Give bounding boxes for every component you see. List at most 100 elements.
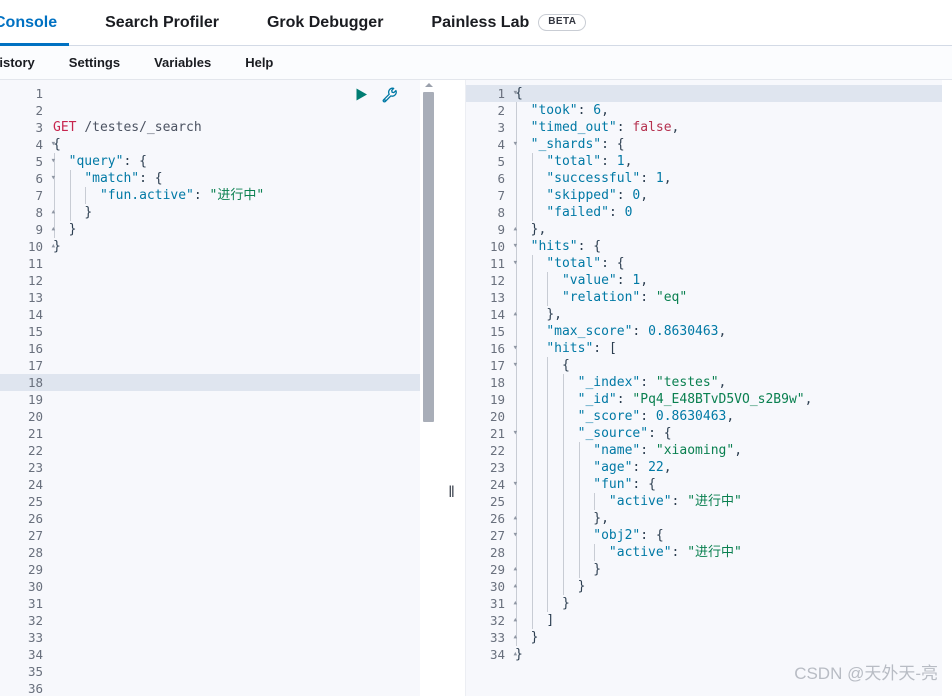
response-code-area[interactable]: 1 ▾ 2 3 4 ▾ 5 6 7 8 9 ▴ 10 ▾ 11 ▾ 12 13 14 ▴ 15 16 ▾ 17 ▾ 18 19 20 2… — [466, 80, 952, 696]
fold-down-icon[interactable]: ▾ — [509, 527, 518, 544]
fold-up-icon[interactable]: ▴ — [509, 612, 518, 629]
fold-down-icon[interactable]: ▾ — [509, 85, 518, 102]
response-scroll-edge[interactable] — [942, 80, 952, 696]
code-line[interactable]: "age": 22, — [509, 459, 952, 476]
code-line[interactable] — [47, 646, 437, 663]
code-line[interactable] — [47, 323, 437, 340]
fold-down-icon[interactable]: ▾ — [509, 238, 518, 255]
menu-item-variables[interactable]: Variables — [137, 55, 228, 70]
code-line[interactable]: "skipped": 0, — [509, 187, 952, 204]
response-code-lines[interactable]: { "took": 6, "timed_out": false, "_shard… — [509, 80, 952, 696]
fold-down-icon[interactable]: ▾ — [47, 170, 56, 187]
code-line[interactable] — [47, 272, 437, 289]
code-line[interactable]: } — [47, 238, 437, 255]
code-line[interactable]: "_id": "Pq4_E48BTvD5VO_s2B9w", — [509, 391, 952, 408]
code-line[interactable]: "_score": 0.8630463, — [509, 408, 952, 425]
code-line[interactable] — [47, 595, 437, 612]
code-line[interactable] — [47, 306, 437, 323]
code-line[interactable] — [47, 527, 437, 544]
menu-item-settings[interactable]: Settings — [52, 55, 137, 70]
code-line[interactable]: "obj2": { — [509, 527, 952, 544]
code-line[interactable] — [47, 357, 437, 374]
fold-up-icon[interactable]: ▴ — [47, 221, 56, 238]
fold-up-icon[interactable]: ▴ — [509, 595, 518, 612]
fold-up-icon[interactable]: ▴ — [509, 510, 518, 527]
code-line[interactable]: "timed_out": false, — [509, 119, 952, 136]
code-line[interactable]: "active": "进行中" — [509, 493, 952, 510]
code-line[interactable] — [47, 629, 437, 646]
response-viewer-pane[interactable]: 1 ▾ 2 3 4 ▾ 5 6 7 8 9 ▴ 10 ▾ 11 ▾ 12 13 14 ▴ 15 16 ▾ 17 ▾ 18 19 20 2… — [465, 80, 952, 696]
code-line[interactable] — [47, 374, 435, 391]
code-line[interactable]: } — [509, 561, 952, 578]
fold-down-icon[interactable]: ▾ — [509, 476, 518, 493]
request-code-lines[interactable]: GET /testes/_search{ "query": { "match":… — [47, 80, 437, 696]
code-line[interactable]: "total": { — [509, 255, 952, 272]
code-line[interactable]: "hits": [ — [509, 340, 952, 357]
request-code-area[interactable]: 1 2 3 4 ▾ 5 ▾ 6 ▾ 7 8 ▴ 9 ▴ 10 ▴ 11 12 13 14 15 16 17 18 19 20 21 2… — [0, 80, 437, 696]
fold-down-icon[interactable]: ▾ — [47, 153, 56, 170]
pane-resize-handle-icon[interactable]: ‖ — [448, 485, 455, 501]
code-line[interactable]: "hits": { — [509, 238, 952, 255]
code-line[interactable] — [47, 340, 437, 357]
fold-up-icon[interactable]: ▴ — [509, 306, 518, 323]
code-line[interactable]: "failed": 0 — [509, 204, 952, 221]
code-line[interactable]: "fun.active": "进行中" — [47, 187, 437, 204]
code-line[interactable]: "successful": 1, — [509, 170, 952, 187]
code-line[interactable] — [47, 680, 437, 696]
code-line[interactable]: }, — [509, 306, 952, 323]
request-editor-pane[interactable]: 1 2 3 4 ▾ 5 ▾ 6 ▾ 7 8 ▴ 9 ▴ 10 ▴ 11 12 13 14 15 16 17 18 19 20 21 2… — [0, 80, 437, 696]
code-line[interactable] — [47, 289, 437, 306]
code-line[interactable] — [47, 663, 437, 680]
fold-up-icon[interactable]: ▴ — [47, 204, 56, 221]
code-line[interactable]: "_shards": { — [509, 136, 952, 153]
code-line[interactable]: } — [47, 204, 437, 221]
fold-up-icon[interactable]: ▴ — [509, 646, 518, 663]
code-line[interactable] — [47, 391, 437, 408]
fold-up-icon[interactable]: ▴ — [47, 238, 56, 255]
code-line[interactable] — [47, 578, 437, 595]
fold-down-icon[interactable]: ▾ — [509, 357, 518, 374]
code-line[interactable]: } — [47, 221, 437, 238]
code-line[interactable]: "name": "xiaoming", — [509, 442, 952, 459]
tab-search-profiler[interactable]: Search Profiler — [81, 0, 243, 45]
fold-down-icon[interactable]: ▾ — [509, 255, 518, 272]
code-line[interactable]: "total": 1, — [509, 153, 952, 170]
code-line[interactable] — [47, 255, 437, 272]
fold-up-icon[interactable]: ▴ — [509, 221, 518, 238]
code-line[interactable]: "active": "进行中" — [509, 544, 952, 561]
code-line[interactable]: "_index": "testes", — [509, 374, 952, 391]
code-line[interactable]: "relation": "eq" — [509, 289, 952, 306]
code-line[interactable]: ] — [509, 612, 952, 629]
code-line[interactable] — [47, 425, 437, 442]
fold-up-icon[interactable]: ▴ — [509, 561, 518, 578]
code-line[interactable]: } — [509, 578, 952, 595]
scroll-up-arrow-icon[interactable] — [424, 83, 433, 87]
code-line[interactable]: { — [509, 85, 952, 102]
fold-up-icon[interactable]: ▴ — [509, 629, 518, 646]
pane-divider[interactable]: ‖ — [437, 80, 465, 696]
code-line[interactable]: "query": { — [47, 153, 437, 170]
menu-item-history[interactable]: History — [0, 55, 52, 70]
code-line[interactable]: } — [509, 629, 952, 646]
request-scrollbar-thumb[interactable] — [423, 92, 434, 422]
fold-down-icon[interactable]: ▾ — [509, 136, 518, 153]
code-line[interactable]: "took": 6, — [509, 102, 952, 119]
code-line[interactable] — [47, 544, 437, 561]
code-line[interactable] — [47, 476, 437, 493]
fold-up-icon[interactable]: ▴ — [509, 578, 518, 595]
code-line[interactable]: }, — [509, 221, 952, 238]
code-line[interactable] — [47, 442, 437, 459]
fold-down-icon[interactable]: ▾ — [47, 136, 56, 153]
menu-item-help[interactable]: Help — [228, 55, 290, 70]
code-line[interactable] — [47, 510, 437, 527]
code-line[interactable]: "fun": { — [509, 476, 952, 493]
code-line[interactable]: GET /testes/_search — [47, 119, 437, 136]
code-line[interactable]: "_source": { — [509, 425, 952, 442]
code-line[interactable]: "match": { — [47, 170, 437, 187]
play-icon[interactable] — [352, 85, 371, 104]
wrench-icon[interactable] — [380, 85, 399, 104]
code-line[interactable]: { — [47, 136, 437, 153]
fold-down-icon[interactable]: ▾ — [509, 425, 518, 442]
code-line[interactable]: "max_score": 0.8630463, — [509, 323, 952, 340]
code-line[interactable] — [47, 408, 437, 425]
